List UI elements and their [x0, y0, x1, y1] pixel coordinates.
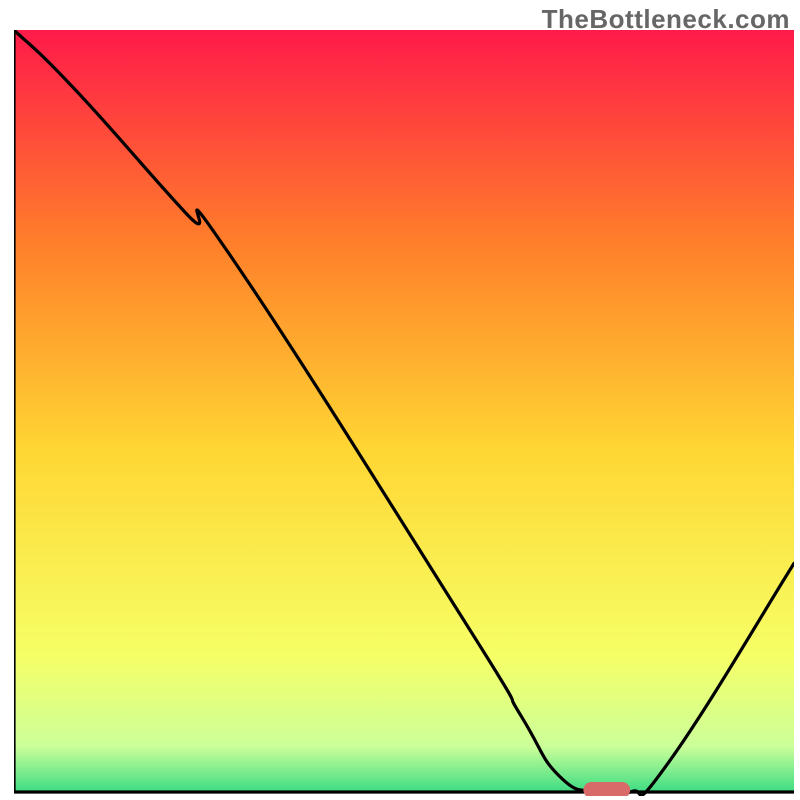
gradient-background [14, 30, 794, 792]
chart-svg [14, 30, 794, 796]
chart-container: TheBottleneck.com [0, 0, 800, 800]
optimal-marker [583, 782, 630, 796]
plot-area [14, 30, 794, 796]
